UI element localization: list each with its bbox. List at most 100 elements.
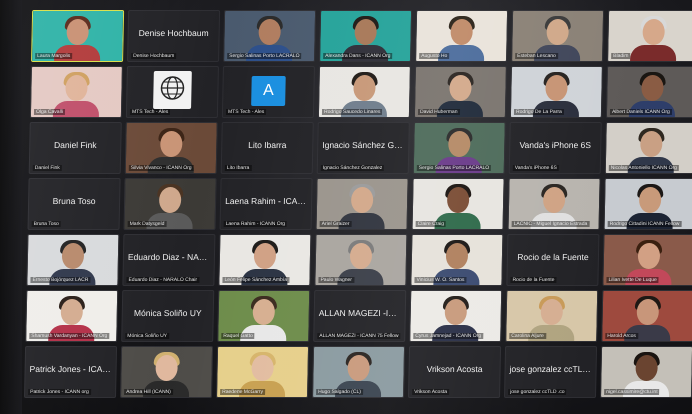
participant-name-label: Mónica Soliño UY xyxy=(125,333,170,339)
participant-face xyxy=(251,355,274,381)
participant-tile[interactable]: Bruna Toso Bruna Toso xyxy=(27,178,121,230)
participant-tile[interactable]: ALLAN MAGEZI -Icann... ALLAN MAGEZI - ICA… xyxy=(313,290,407,342)
participant-name-label: ALLAN MAGEZI - ICANN 75 Fellow xyxy=(317,333,401,339)
participant-name-label: Shamush Vardanyan - ICANN Org xyxy=(29,333,110,339)
participant-name-label: Harold Arcos xyxy=(605,333,638,339)
participant-name-label: David Huberman xyxy=(417,109,460,115)
participant-tile[interactable]: Patrick Jones - ICANN... Patrick Jones - … xyxy=(23,346,118,398)
participant-name-label: Sergio Salinas Porto LACRALO xyxy=(227,53,302,59)
participant-tile[interactable]: Ignacio Sánchez Gonz... Ignacio Sánchez G… xyxy=(316,122,410,174)
participant-face xyxy=(642,19,665,45)
participant-tile[interactable]: A MTS Tech - Ales xyxy=(221,66,315,118)
participant-name-label: Ernesto Bojórquez LACR xyxy=(30,277,91,283)
participant-tile[interactable]: Ernesto Bojórquez LACR xyxy=(26,234,120,286)
participant-face xyxy=(449,75,472,101)
participant-tile[interactable]: Ariel Graizer xyxy=(315,178,409,230)
participant-tile[interactable]: Daniel Fink Daniel Fink xyxy=(28,122,122,174)
participant-tile[interactable]: Raquel Gatto xyxy=(217,290,311,342)
participant-tile[interactable]: Shamush Vardanyan - ICANN Org xyxy=(25,290,119,342)
participant-tile[interactable]: Augusto Ho xyxy=(415,10,509,62)
participant-tile[interactable]: Albert Daniels ICANN Org xyxy=(605,66,692,118)
participant-name-label: Bruna Toso xyxy=(31,221,61,227)
participant-tile[interactable]: Mark Datysgeld xyxy=(123,178,217,230)
participant-tile[interactable]: Claire Craig xyxy=(411,178,505,230)
participant-name-label: Rodrigo De La Parra xyxy=(513,109,564,115)
participant-display-name: Vrikson Acosta xyxy=(426,364,483,374)
participant-tile[interactable]: David Huberman xyxy=(413,66,507,118)
participant-tile[interactable]: Vrikson Acosta Vrikson Acosta xyxy=(407,346,502,398)
participant-tile[interactable]: nigel.cassimire@ctu.int xyxy=(599,346,692,398)
participant-tile[interactable]: Eduardo Diaz - NARAL... Eduardo Diaz - NA… xyxy=(122,234,216,286)
participant-name-label: jose gonzalez ccTLD .co xyxy=(508,389,567,395)
participant-name-label: Nicolas Antoniello ICANN Org xyxy=(608,165,680,171)
participant-face xyxy=(641,75,664,101)
participant-face xyxy=(450,19,473,45)
participant-tile[interactable]: Rodrigo De La Parra xyxy=(509,66,603,118)
participant-tile[interactable]: Vinicius W. O. Santos xyxy=(410,234,504,286)
participant-tile[interactable]: Sergio Salinas Porto LACRALO xyxy=(412,122,506,174)
participant-name-label: Raquel Gatto xyxy=(221,333,255,339)
participant-tile[interactable]: MTS Tech - Ales xyxy=(125,66,219,118)
participant-name-label: Patrick Jones - ICANN org xyxy=(28,389,91,395)
participant-tile[interactable]: Vanda's iPhone 6S Vanda's iPhone 6S xyxy=(508,122,602,174)
participant-display-name: Daniel Fink xyxy=(53,140,97,150)
participant-display-name: Vanda's iPhone 6S xyxy=(519,140,592,150)
participant-tile[interactable]: Olga Cavalli xyxy=(29,66,123,118)
participant-avatar: A xyxy=(251,76,286,106)
participant-name-label: Rocio de la Fuente xyxy=(510,277,557,283)
participant-face xyxy=(353,75,376,101)
participant-tile[interactable]: Raedene McGarry xyxy=(215,346,310,398)
participant-face xyxy=(446,187,470,213)
participant-tile[interactable]: Bladim xyxy=(607,10,692,62)
participant-name-label: Laura Margolis xyxy=(35,53,73,59)
participant-tile[interactable]: Laura Margolis xyxy=(31,10,125,62)
participant-name-label: nigel.cassimire@ctu.int xyxy=(604,389,660,395)
participant-tile[interactable]: Denise Hochbaum Denise Hochbaum xyxy=(127,10,221,62)
participant-name-label: Paulo Wagner xyxy=(318,277,355,283)
participant-name-label: Albert Daniels ICANN Org xyxy=(609,109,672,115)
participant-name-label: Sergio Salinas Porto LACRALO xyxy=(416,165,492,171)
participant-tile[interactable]: Alexandra Dans - ICANN Org xyxy=(319,10,413,62)
participant-name-label: Rodrigo Saucedo Linares xyxy=(321,109,383,115)
participant-tile[interactable]: Cyrus Jamnejad - ICANN Org xyxy=(409,290,503,342)
participant-tile[interactable]: Lilian Ivette De Luque xyxy=(602,234,692,286)
participant-tile[interactable]: Laena Rahim - ICANN ... Laena Rahim - ICA… xyxy=(219,178,313,230)
participant-tile[interactable]: Rodrigo Cittadini ICANN Fellow xyxy=(603,178,692,230)
participant-tile[interactable]: Rodrigo Saucedo Linares xyxy=(317,66,411,118)
participant-face xyxy=(635,355,658,381)
participant-tile[interactable]: Andrea Hill (ICANN) xyxy=(119,346,214,398)
participant-tile[interactable]: Lito Ibarra Lito Ibarra xyxy=(220,122,314,174)
participant-name-label: Andrea Hill (ICANN) xyxy=(124,389,173,395)
participant-face xyxy=(258,19,281,45)
participant-face xyxy=(61,243,85,269)
participant-tile[interactable]: Esteban Lescano xyxy=(511,10,605,62)
participant-tile[interactable]: León Felipe Sánchez Ambía xyxy=(218,234,312,286)
participant-tile[interactable]: Rocio de la Fuente Rocio de la Fuente xyxy=(506,234,600,286)
participant-name-label: Augusto Ho xyxy=(419,53,450,59)
participant-name-label: Esteban Lescano xyxy=(515,53,558,59)
participant-name-label: Laena Rahim - ICANN Org xyxy=(223,221,288,227)
participant-name-label: Daniel Fink xyxy=(32,165,62,171)
participant-display-name: Rocio de la Fuente xyxy=(517,252,589,262)
participant-tile[interactable]: Nicolas Antoniello ICANN Org xyxy=(604,122,692,174)
participant-tile[interactable]: Paulo Wagner xyxy=(314,234,408,286)
participant-tile[interactable]: Carolina Aljure xyxy=(505,290,599,342)
participant-face xyxy=(158,187,182,213)
participant-face xyxy=(155,355,178,381)
participant-tile[interactable]: LACNIC - Miguel Ignacio Estrada xyxy=(507,178,601,230)
participant-name-label: Denise Hochbaum xyxy=(131,53,177,59)
participant-name-label: Hugo Salgado (CL) xyxy=(316,389,364,395)
participant-tile[interactable]: Harold Arcos xyxy=(601,290,692,342)
participant-face xyxy=(542,187,566,213)
participant-name-label: Bladim xyxy=(611,53,631,59)
participant-tile[interactable]: jose gonzalez ccTLD .co jose gonzalez ccT… xyxy=(503,346,598,398)
participant-tile[interactable]: Hugo Salgado (CL) xyxy=(311,346,406,398)
zoom-gallery-screen: Laura Margolis Denise Hochbaum Denise Hoch… xyxy=(0,0,692,414)
participant-face xyxy=(545,75,568,101)
participant-tile[interactable]: Mónica Soliño UY Mónica Soliño UY xyxy=(121,290,215,342)
participant-tile[interactable]: Sergio Salinas Porto LACRALO xyxy=(223,10,317,62)
participant-display-name: Mónica Soliño UY xyxy=(133,308,202,318)
participant-face xyxy=(354,19,377,45)
participant-tile[interactable]: Silvia Vivanco - ICANN Org xyxy=(124,122,218,174)
participant-name-label: Lilian Ivette De Luque xyxy=(606,277,659,283)
